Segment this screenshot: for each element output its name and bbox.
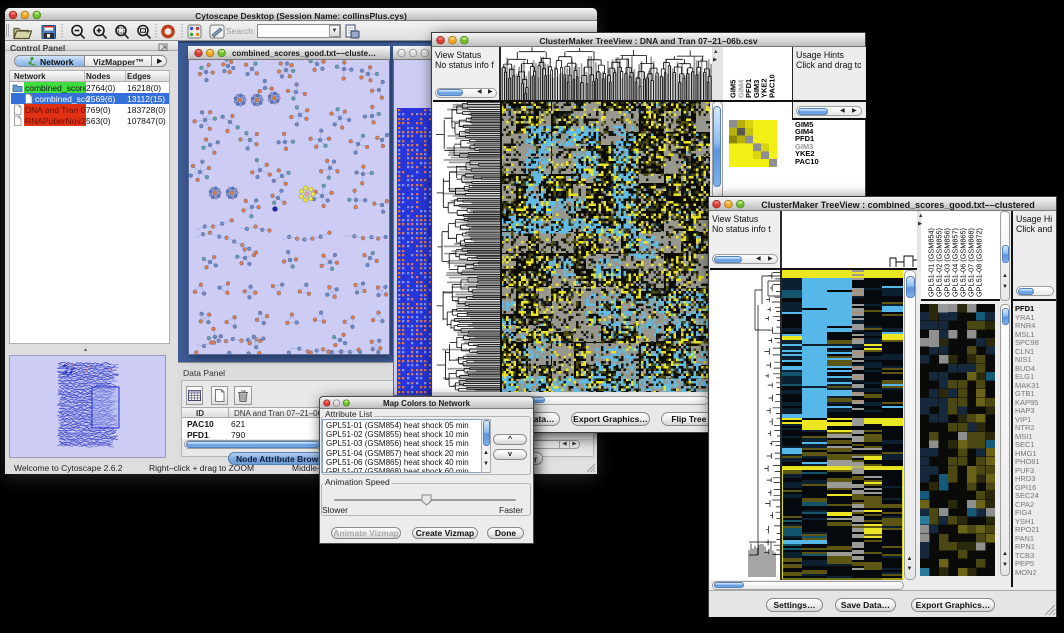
svg-text:PAC10: PAC10 <box>768 74 777 98</box>
svg-text:GPL51-08 (GSM872): GPL51-08 (GSM872) <box>975 228 984 297</box>
